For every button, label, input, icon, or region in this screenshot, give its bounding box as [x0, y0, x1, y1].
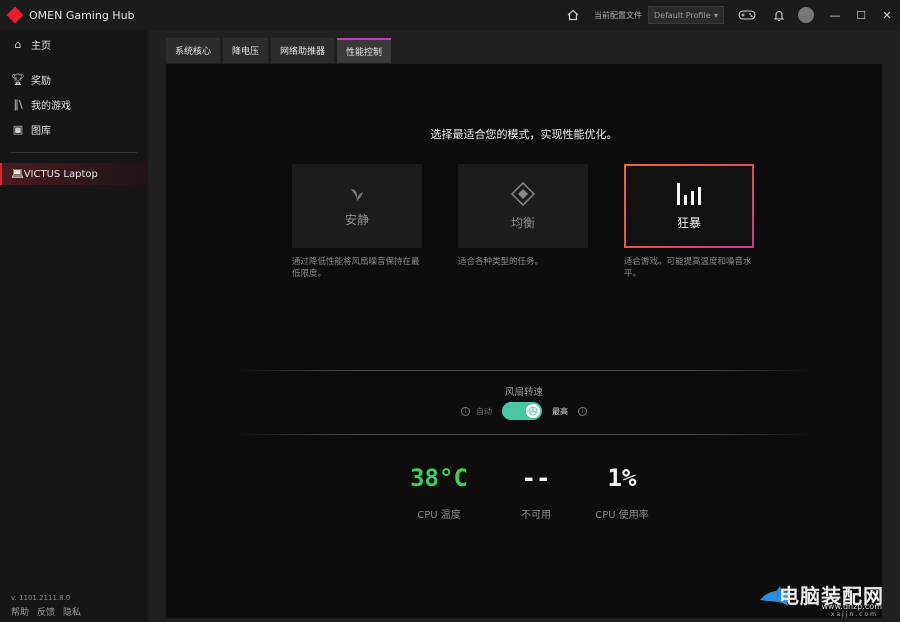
mode-desc-balanced: 适合各种类型的任务。	[458, 257, 544, 267]
sidebar-item-gallery[interactable]: ▣ 图库	[0, 117, 148, 142]
sidebar-item-label: 奖励	[31, 76, 51, 87]
sidebar-item-device[interactable]: 💻︎ VICTUS Laptop	[0, 163, 148, 185]
info-icon[interactable]: i	[461, 406, 470, 416]
info-icon[interactable]: i	[578, 406, 587, 416]
home-icon: ⌂	[14, 38, 22, 51]
gamepad-icon[interactable]	[736, 4, 758, 26]
sidebar-item-label: 图库	[31, 126, 51, 137]
profile-select[interactable]: Default Profile ▾	[648, 6, 724, 24]
omen-logo	[6, 6, 24, 24]
gallery-icon: ▣	[12, 123, 24, 136]
mode-desc-quiet: 通过降低性能将风扇噪音保持在最低限度。	[292, 257, 420, 279]
sidebar: ⌂ 主页 🏆︎ 奖励 ∥\ 我的游戏 ▣ 图库 💻︎ VICTUS Laptop…	[0, 30, 148, 622]
tab-bar: 系统核心 降电压 网络助推器 性能控制	[166, 38, 392, 63]
main-area: 系统核心 降电压 网络助推器 性能控制 选择最适合您的模式，实现性能优化。 安静…	[148, 30, 900, 622]
avatar[interactable]	[798, 7, 814, 23]
title-bar: OMEN Gaming Hub 当前配置文件 Default Profile ▾…	[0, 0, 900, 30]
divider-top	[234, 370, 814, 371]
watermark-sub: xajjn.com	[830, 611, 878, 618]
stat-cpu-usage: 1% CPU 使用率	[562, 464, 682, 521]
watermark-url: www.dnzp.com	[821, 602, 883, 611]
mode-name: 均衡	[510, 215, 535, 230]
sidebar-item-home[interactable]: ⌂ 主页	[0, 32, 148, 57]
sidebar-divider	[11, 152, 137, 153]
sidebar-item-my-games[interactable]: ∥\ 我的游戏	[0, 92, 148, 117]
library-icon: ∥\	[13, 98, 23, 111]
tab-system-core[interactable]: 系统核心	[166, 38, 221, 63]
minimize-button[interactable]: —	[822, 0, 848, 30]
mode-card-quiet[interactable]: 安静	[292, 164, 422, 248]
home-icon[interactable]	[562, 4, 584, 26]
mode-name: 安静	[344, 212, 369, 227]
sidebar-item-label: 我的游戏	[31, 101, 71, 112]
chevron-down-icon: ▾	[713, 10, 718, 20]
feedback-link[interactable]: 反馈	[37, 605, 55, 618]
device-label: VICTUS Laptop	[23, 168, 98, 180]
cpu-usage-label: CPU 使用率	[595, 510, 649, 521]
sidebar-item-rewards[interactable]: 🏆︎ 奖励	[0, 67, 148, 92]
laptop-icon: 💻︎	[11, 168, 24, 180]
sidebar-item-label: 主页	[31, 41, 51, 52]
divider-bottom	[234, 434, 814, 435]
mode-name: 狂暴	[676, 215, 701, 230]
fan-speed-title: 风扇转速	[504, 387, 543, 398]
diamond-icon	[511, 181, 535, 206]
tab-performance-control[interactable]: 性能控制	[337, 38, 392, 63]
watermark: 电脑装配网 www.dnzp.com xajjn.com	[758, 580, 894, 620]
mode-heading: 选择最适合您的模式，实现性能优化。	[430, 128, 618, 141]
mode-card-balanced[interactable]: 均衡	[458, 164, 588, 248]
bars-icon	[677, 182, 701, 205]
profile-label: 当前配置文件	[594, 10, 642, 20]
performance-panel: 选择最适合您的模式，实现性能优化。 安静 均衡 狂暴 通过降低性能将风扇噪音保持…	[166, 64, 882, 618]
mode-desc-performance: 适合游戏。可能提高温度和噪音水平。	[624, 257, 752, 279]
leaf-icon	[351, 188, 363, 201]
fan-max-label: 最高	[552, 406, 568, 416]
maximize-button[interactable]: ☐	[848, 0, 874, 30]
trophy-icon: 🏆︎	[11, 73, 25, 86]
fan-auto-label: 自动	[476, 406, 492, 416]
privacy-link[interactable]: 隐私	[63, 605, 81, 618]
help-link[interactable]: 帮助	[11, 605, 29, 618]
version-text: v. 1101.2111.8.0	[11, 594, 71, 602]
cpu-usage-value: 1%	[607, 464, 637, 492]
fan-speed-control: i 自动 最高 i	[166, 402, 882, 420]
mode-card-performance[interactable]: 狂暴	[624, 164, 754, 248]
close-button[interactable]: ✕	[874, 0, 900, 30]
profile-value: Default Profile	[654, 10, 711, 20]
app-title: OMEN Gaming Hub	[29, 8, 135, 22]
tab-network-booster[interactable]: 网络助推器	[271, 38, 335, 63]
bell-icon[interactable]	[768, 4, 790, 26]
fan-icon	[526, 404, 540, 418]
tab-undervolt[interactable]: 降电压	[223, 38, 269, 63]
fan-speed-toggle[interactable]	[502, 402, 542, 420]
